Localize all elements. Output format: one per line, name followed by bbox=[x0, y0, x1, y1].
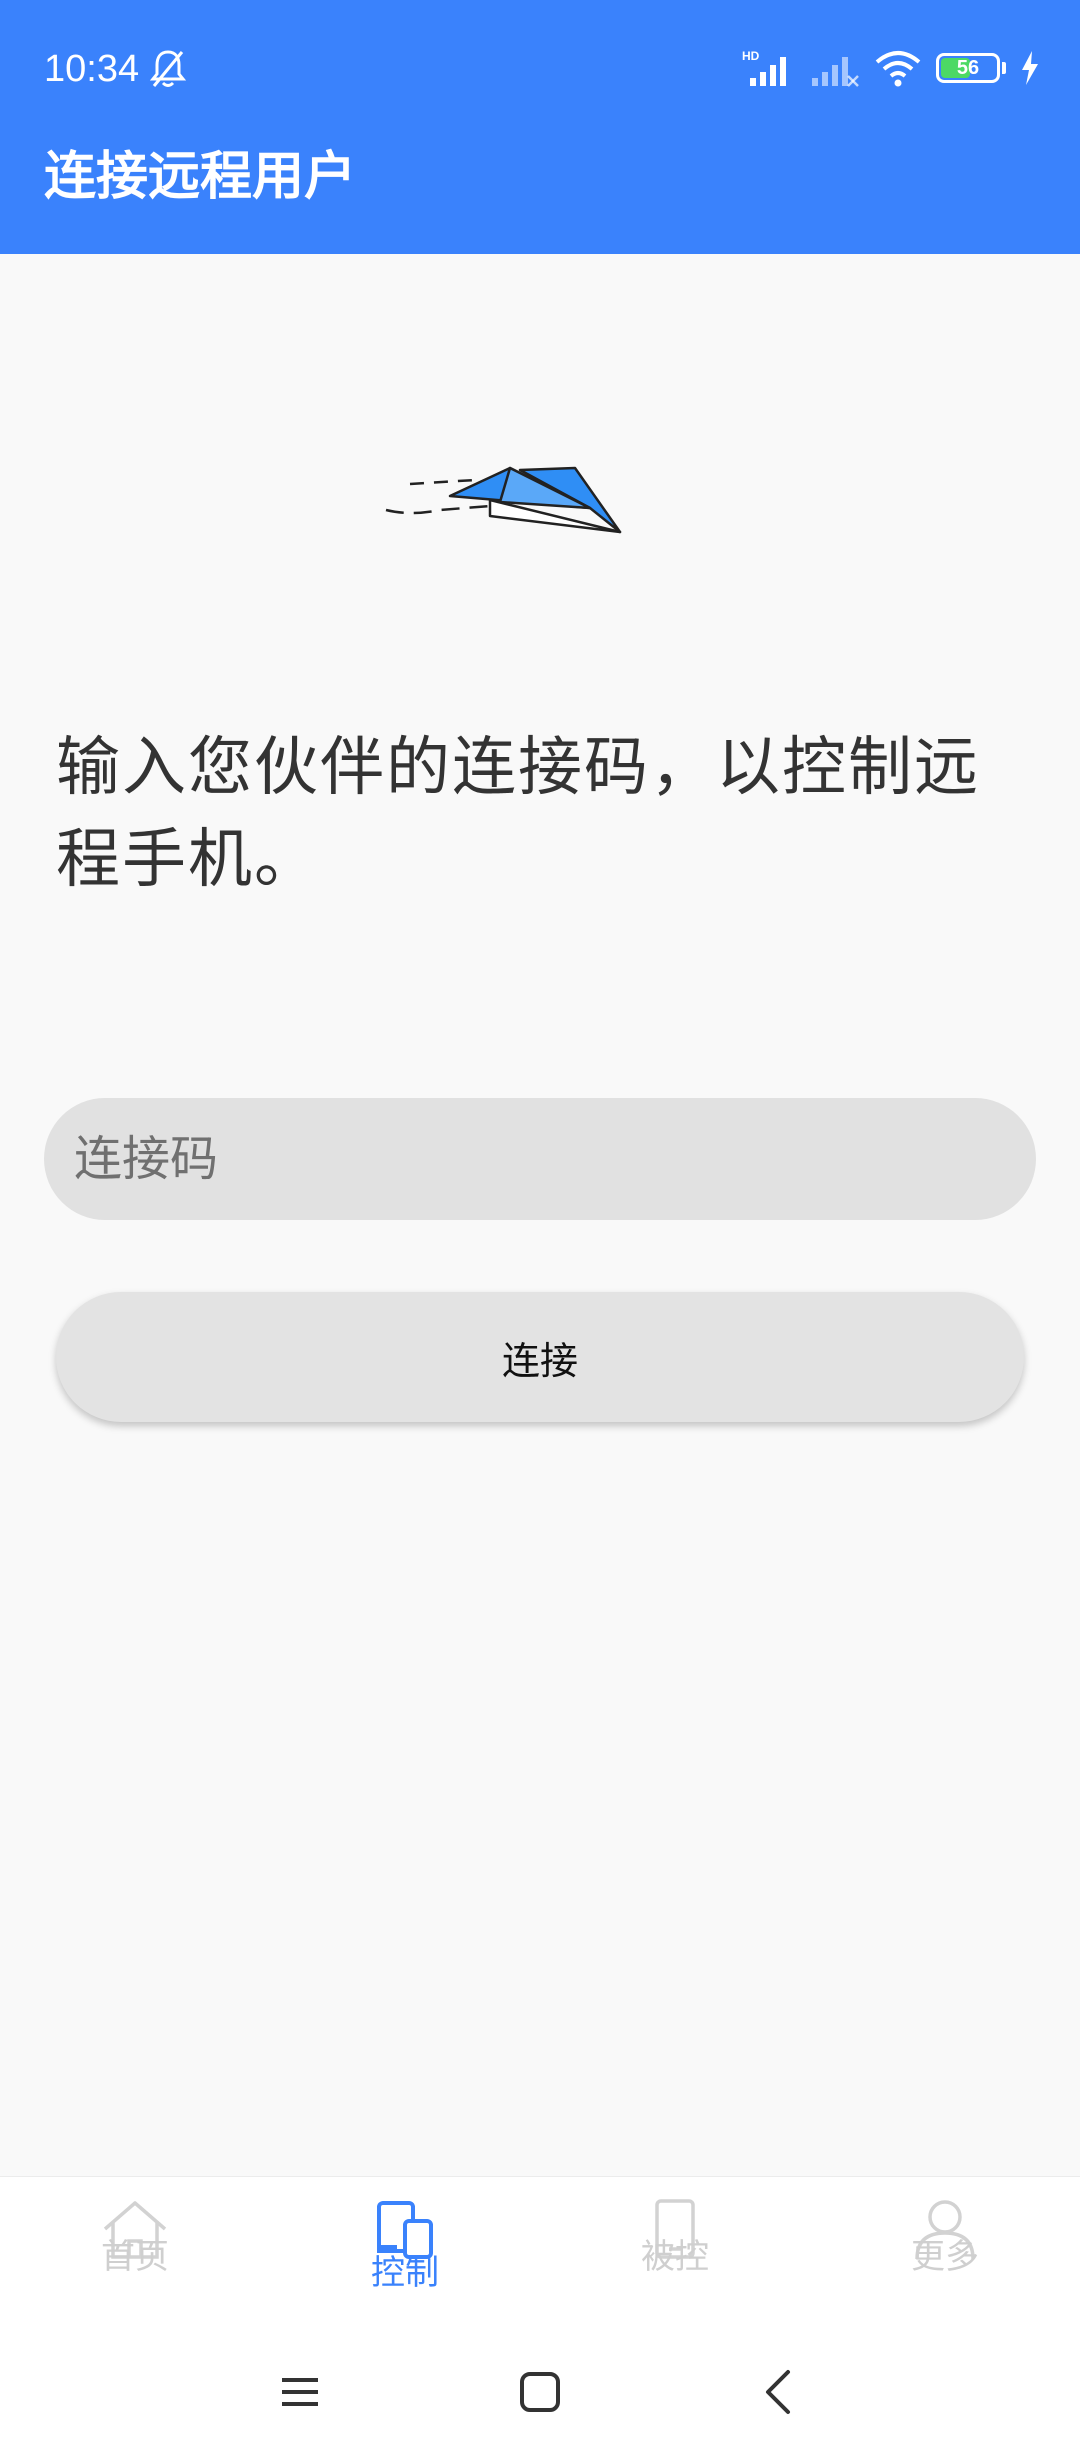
battery-icon: 56 bbox=[936, 53, 1000, 83]
devices-icon bbox=[377, 2201, 433, 2259]
hd-signal-icon: HD bbox=[742, 49, 786, 86]
nav-label-controlled: 被控 bbox=[641, 2237, 709, 2277]
charging-icon bbox=[1022, 51, 1038, 85]
app-header: 10:34 HD 56 连接远程用户 bbox=[0, 0, 1080, 254]
svg-text:HD: HD bbox=[742, 49, 760, 63]
status-icons: HD 56 bbox=[742, 46, 1040, 90]
battery-tip bbox=[1002, 62, 1006, 74]
signal-icon bbox=[812, 57, 859, 87]
page: 10:34 HD 56 连接远程用户 输入您伙伴的连接码，以控制远程手机。 连接… bbox=[0, 0, 1080, 2460]
nav-label-home: 首页 bbox=[101, 2237, 169, 2277]
instruction-text: 输入您伙伴的连接码，以控制远程手机。 bbox=[56, 731, 980, 897]
nav-label-more: 更多 bbox=[911, 2237, 979, 2277]
nav-item-home[interactable]: 首页 bbox=[0, 2177, 270, 2327]
nav-item-control[interactable]: 控制 bbox=[270, 2177, 540, 2327]
nav-item-more[interactable]: 更多 bbox=[810, 2177, 1080, 2327]
bottom-nav: 首页 控制 被控 更多 bbox=[0, 2176, 1080, 2327]
home-square-icon[interactable] bbox=[510, 2362, 570, 2422]
system-nav-bar bbox=[0, 2326, 1080, 2460]
nav-item-controlled[interactable]: 被控 bbox=[540, 2177, 810, 2327]
paper-plane-icon bbox=[385, 466, 622, 534]
page-title: 连接远程用户 bbox=[44, 147, 357, 207]
wifi-icon bbox=[875, 51, 921, 87]
nav-label-control: 控制 bbox=[371, 2253, 439, 2293]
battery-level: 56 bbox=[956, 56, 980, 79]
connection-code-input[interactable] bbox=[44, 1098, 1036, 1220]
bell-off-icon bbox=[149, 50, 187, 87]
status-time: 10:34 bbox=[44, 48, 140, 90]
connect-button[interactable]: 连接 bbox=[56, 1292, 1024, 1422]
menu-icon[interactable] bbox=[270, 2362, 330, 2422]
back-icon[interactable] bbox=[750, 2362, 810, 2422]
